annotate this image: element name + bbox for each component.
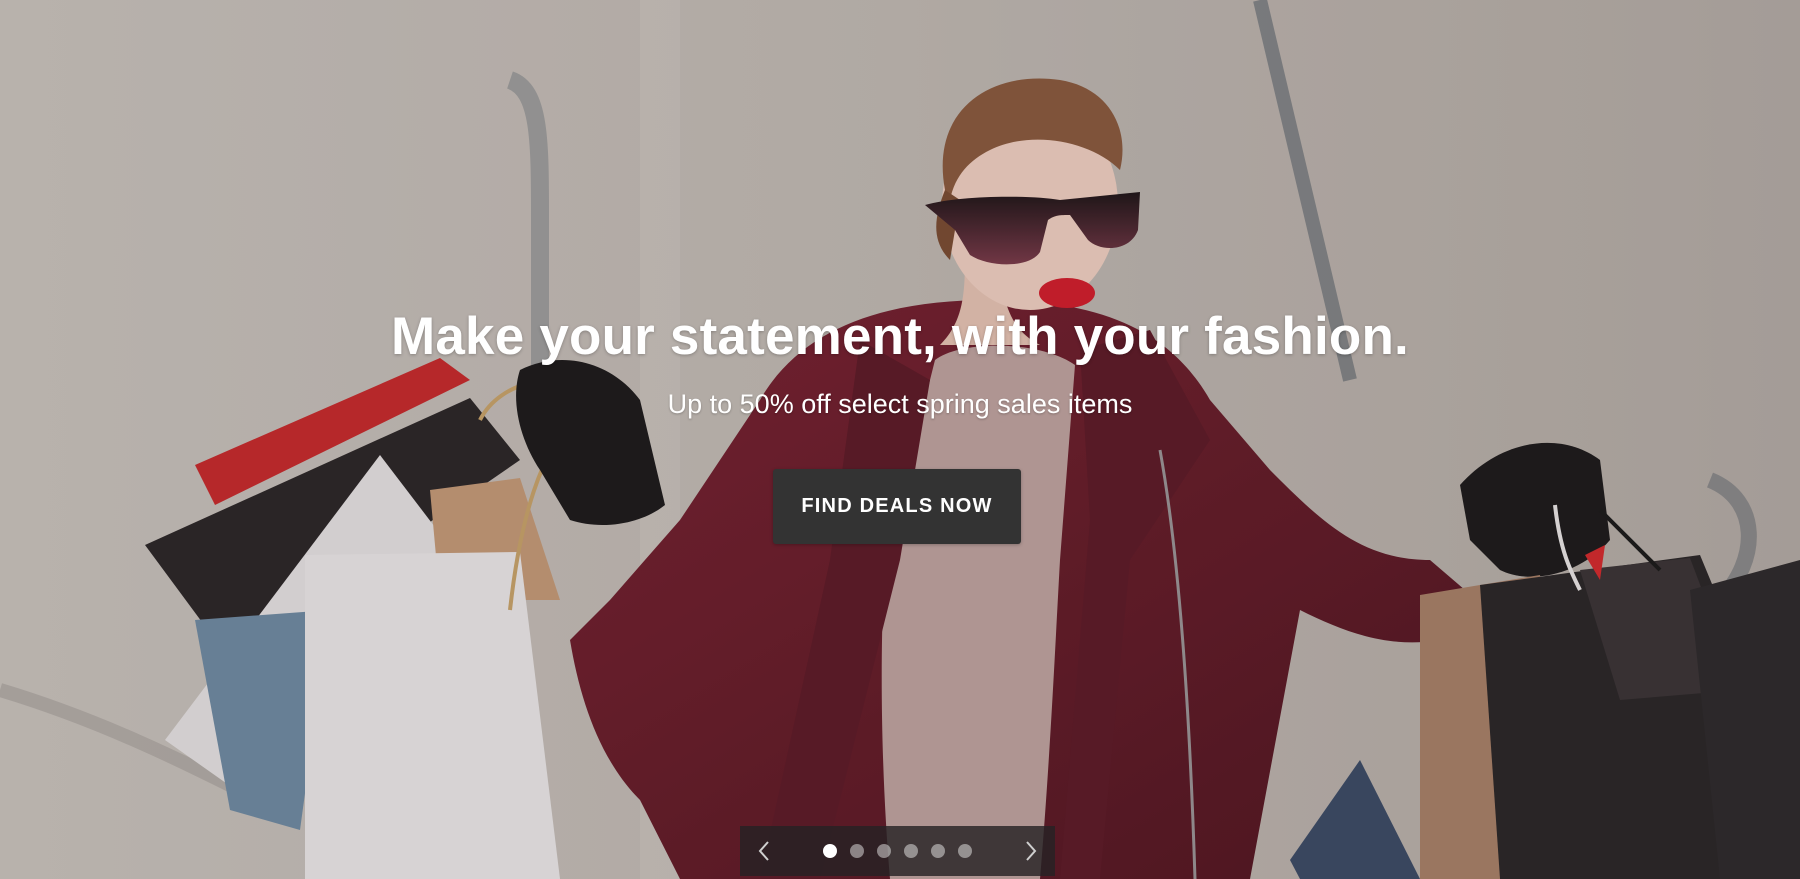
carousel-next-button[interactable] — [1016, 831, 1046, 871]
carousel-prev-button[interactable] — [749, 831, 779, 871]
carousel-dot-2[interactable] — [850, 844, 864, 858]
find-deals-button[interactable]: FIND DEALS NOW — [773, 469, 1021, 544]
carousel-dot-3[interactable] — [877, 844, 891, 858]
hero-banner: Make your statement, with your fashion. … — [0, 0, 1800, 879]
carousel-dot-5[interactable] — [931, 844, 945, 858]
hero-title: Make your statement, with your fashion. — [391, 307, 1409, 366]
chevron-left-icon — [758, 841, 769, 861]
carousel-dots — [823, 844, 972, 858]
hero-subtitle: Up to 50% off select spring sales items — [667, 389, 1133, 419]
carousel-controls — [740, 826, 1055, 876]
carousel-dot-6[interactable] — [958, 844, 972, 858]
carousel-dot-4[interactable] — [904, 844, 918, 858]
hero-content: Make your statement, with your fashion. … — [0, 0, 1800, 879]
chevron-right-icon — [1026, 841, 1037, 861]
carousel-dot-1[interactable] — [823, 844, 837, 858]
